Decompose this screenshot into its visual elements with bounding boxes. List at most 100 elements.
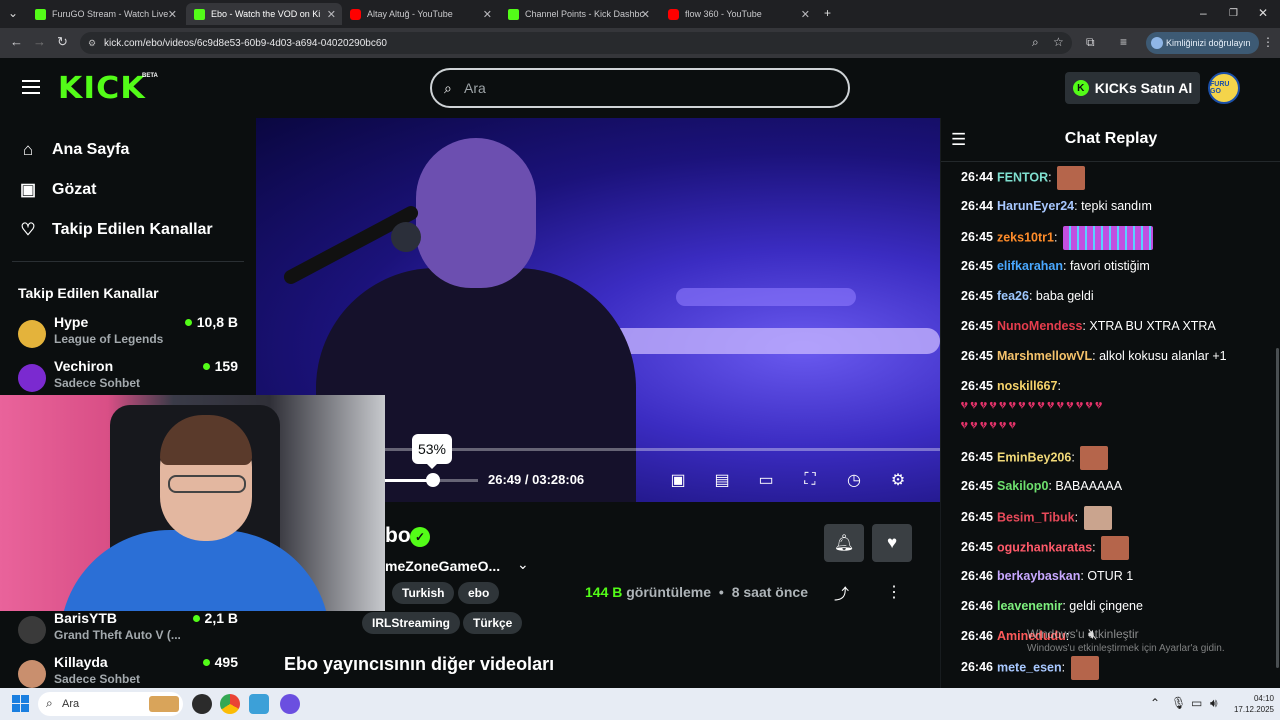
chat-username[interactable]: HarunEyer24	[997, 199, 1074, 213]
tab-close-icon[interactable]: ✕	[168, 8, 177, 21]
sidebar-item-following[interactable]: ♡ Takip Edilen Kanallar	[18, 217, 212, 243]
more-options-icon[interactable]: ⋮	[886, 582, 902, 602]
tab-label: Altay Altuğ - YouTube	[367, 9, 453, 19]
maximize-button[interactable]: ❐	[1229, 8, 1238, 19]
video-category[interactable]: meZoneGameO...	[385, 558, 500, 574]
chat-username[interactable]: fea26	[997, 289, 1029, 303]
chevron-down-icon[interactable]: ⌄	[517, 556, 529, 573]
minimize-button[interactable]: –	[1200, 6, 1207, 20]
chat-text: tepki sandım	[1081, 199, 1152, 213]
buy-kicks-button[interactable]: K KICKs Satın Al	[1065, 72, 1200, 104]
live-dot-icon	[192, 614, 200, 622]
chat-message: 26:44 FENTOR:	[961, 166, 1261, 190]
chat-username[interactable]: NunoMendess	[997, 319, 1082, 333]
user-avatar[interactable]: FURU GO	[1208, 72, 1240, 104]
view-count: 144 B görüntüleme • 8 saat önce	[585, 584, 808, 600]
live-dot-icon	[184, 318, 192, 326]
chat-username[interactable]: berkaybaskan	[997, 569, 1080, 583]
tag-pill[interactable]: Turkish	[392, 582, 455, 604]
tab-close-icon[interactable]: ✕	[641, 8, 650, 21]
video-title[interactable]: bo	[385, 524, 411, 548]
url-field[interactable]: ⚙ kick.com/ebo/videos/6c9d8e53-60b9-4d03…	[80, 32, 1072, 54]
browser-tab[interactable]: Altay Altuğ - YouTube ✕	[342, 3, 498, 25]
kick-logo[interactable]: KICK	[58, 71, 146, 106]
search-input[interactable]: ⌕ Ara	[430, 68, 850, 108]
network-icon[interactable]: ▭	[1191, 696, 1202, 710]
address-bar: ← → ↻ ⚙ kick.com/ebo/videos/6c9d8e53-60b…	[0, 28, 1280, 58]
windows-start-icon[interactable]	[12, 695, 29, 712]
new-tab-button[interactable]: +	[824, 6, 831, 20]
zoom-icon[interactable]: ⌕	[1032, 35, 1039, 50]
tag-pill[interactable]: IRLStreaming	[362, 612, 461, 634]
chat-username[interactable]: MarshmellowVL	[997, 349, 1092, 363]
chat-username[interactable]: Besim_Tibuk	[997, 510, 1075, 524]
chat-username[interactable]: oguzhankaratas	[997, 540, 1092, 554]
fullscreen-icon[interactable]: ⛶	[798, 468, 822, 492]
tray-chevron-icon[interactable]: ⌃	[1150, 696, 1160, 710]
media-control-icon[interactable]: ≡	[1120, 35, 1127, 49]
chat-scrollbar[interactable]	[1276, 348, 1279, 668]
tab-close-icon[interactable]: ✕	[327, 8, 336, 21]
discord-icon[interactable]	[280, 694, 300, 714]
chat-timestamp: 26:46	[961, 569, 993, 583]
volume-icon[interactable]: 🔊︎	[1210, 696, 1218, 711]
clock[interactable]: 04:10 17.12.2025	[1228, 693, 1274, 715]
forward-button[interactable]: →	[33, 34, 46, 49]
sidebar-item-browse[interactable]: ▣ Gözat	[18, 177, 96, 203]
chat-username[interactable]: Sakilop0	[997, 479, 1048, 493]
site-info-icon[interactable]: ⚙	[88, 38, 96, 49]
theater-mode-icon[interactable]: ▭	[754, 468, 778, 492]
chat-username[interactable]: noskill667	[997, 379, 1057, 393]
tab-search-icon[interactable]: ⌄	[8, 6, 18, 20]
viewer-count: 159	[202, 358, 238, 374]
back-button[interactable]: ←	[10, 34, 23, 49]
follow-button[interactable]: ♥	[872, 524, 912, 562]
chat-timestamp: 26:45	[961, 540, 993, 555]
browser-menu-icon[interactable]: ⋮	[1262, 35, 1274, 49]
taskbar-search-input[interactable]: ⌕ Ara	[38, 692, 183, 716]
browser-tab[interactable]: Ebo - Watch the VOD on Ki ✕	[186, 3, 342, 25]
windows-activation-text: Windows'u etkinleştirmek için Ayarlar'a …	[1027, 643, 1225, 654]
clip-icon[interactable]: ▤	[710, 468, 734, 492]
menu-icon[interactable]	[22, 80, 40, 94]
sidebar-item-home[interactable]: ⌂ Ana Sayfa	[18, 137, 130, 163]
share-icon[interactable]: ⤴	[834, 583, 849, 604]
miniplayer-icon[interactable]: ▣	[666, 468, 690, 492]
chat-username[interactable]: mete_esen	[997, 660, 1062, 674]
tag-pill[interactable]: ebo	[458, 582, 500, 604]
extensions-icon[interactable]: ⧉	[1086, 35, 1095, 50]
settings-gear-icon[interactable]: ⚙	[886, 468, 910, 492]
tab-close-icon[interactable]: ✕	[801, 8, 810, 21]
close-window-button[interactable]: ✕	[1258, 6, 1268, 20]
chat-username[interactable]: EminBey206	[997, 450, 1071, 464]
collapse-chat-icon[interactable]: ☰	[951, 130, 966, 150]
microphone-icon[interactable]: 🎙︎	[1171, 696, 1186, 710]
followed-channel-item[interactable]: Vechiron Sadece Sohbet 159	[18, 358, 240, 398]
buy-kicks-label: KICKs Satın Al	[1094, 80, 1193, 96]
windows-activation-title: Windows'u etkinleştir	[1027, 627, 1139, 641]
followed-channel-item[interactable]: BarisYTB Grand Theft Auto V (... 2,1 B	[18, 610, 240, 650]
heart-icon: ♥	[886, 533, 898, 552]
chat-username[interactable]: FENTOR	[997, 170, 1048, 184]
browser-tab[interactable]: Channel Points - Kick Dashboar ✕	[500, 3, 656, 25]
chat-username[interactable]: leavenemir	[997, 599, 1062, 613]
taskbar-app-icon[interactable]	[249, 694, 269, 714]
chat-username[interactable]: elifkarahan	[997, 259, 1063, 273]
live-dot-icon	[202, 362, 210, 370]
chrome-icon[interactable]	[220, 694, 240, 714]
tag-pill[interactable]: Türkçe	[463, 612, 523, 634]
chat-username[interactable]: zeks10tr1	[997, 230, 1054, 244]
taskbar-app-icon[interactable]	[192, 694, 212, 714]
tab-close-icon[interactable]: ✕	[483, 8, 492, 21]
verify-identity-button[interactable]: Kimliğinizi doğrulayın	[1146, 32, 1259, 54]
notification-bell-button[interactable]: 🔔︎	[824, 524, 864, 562]
followed-channel-item[interactable]: Hype League of Legends 10,8 B	[18, 314, 240, 354]
chat-header: Chat Replay ☰	[941, 118, 1280, 162]
playback-speed-icon[interactable]: ◷	[842, 468, 866, 492]
profile-icon	[1151, 37, 1163, 49]
reload-button[interactable]: ↻	[57, 34, 68, 50]
volume-slider-handle[interactable]	[425, 473, 440, 487]
bookmark-star-icon[interactable]: ☆	[1053, 35, 1064, 49]
browser-tab[interactable]: FuruGO Stream - Watch Live on ✕	[27, 3, 183, 25]
browser-tab[interactable]: flow 360 - YouTube ✕	[660, 3, 816, 25]
